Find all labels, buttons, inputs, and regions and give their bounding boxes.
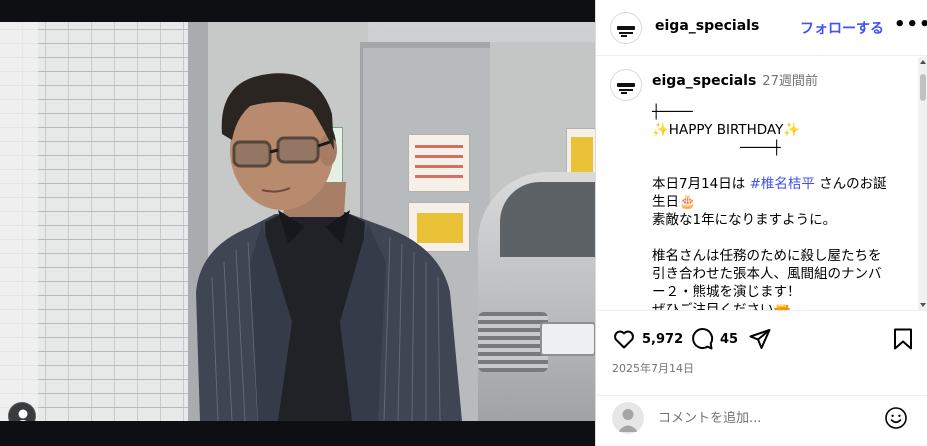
caption-rule-left: ┼──── — [652, 104, 693, 120]
comment-input[interactable] — [658, 408, 858, 428]
like-count[interactable]: 5,972 — [642, 332, 683, 347]
caption-rule-right: ────┼ — [740, 140, 781, 156]
caption-timestamp[interactable]: 27週間前 — [762, 74, 818, 89]
comment-icon[interactable] — [690, 327, 714, 351]
eiga-specials-logo-icon[interactable] — [610, 12, 642, 44]
smiley-icon[interactable] — [884, 406, 908, 430]
more-options-icon[interactable]: ••• — [894, 14, 927, 38]
caption-line: 椎名さんは任務のために殺し屋たちを — [652, 248, 882, 264]
actor-figure — [196, 73, 462, 421]
caption-line: 素敵な1年になりますように。 — [652, 212, 837, 228]
caption-line: 引き合わせた張本人、風間組のナンバ — [652, 266, 882, 282]
caption-username-link[interactable]: eiga_specials — [652, 73, 756, 89]
person-icon — [618, 409, 638, 432]
eiga-specials-logo-icon[interactable] — [610, 69, 642, 101]
post-photo — [0, 22, 595, 421]
post-header: eiga_specials フォローする ••• — [596, 0, 927, 56]
caption-line: ぜひご注目ください🔫 — [652, 302, 791, 310]
send-icon[interactable] — [748, 327, 772, 351]
post-sidebar: eiga_specials フォローする ••• eiga_specials 27… — [595, 0, 927, 446]
caption-scroll-area[interactable]: eiga_specials 27週間前 ┼──── ✨HAPPY BIRTHDAY… — [596, 57, 927, 310]
add-comment-bar — [596, 395, 927, 446]
save-control — [892, 327, 914, 351]
post-date[interactable]: 2025年7月14日 — [612, 360, 694, 376]
caption-scrollbar[interactable] — [918, 57, 927, 310]
post-media[interactable] — [0, 0, 595, 446]
hashtag-link[interactable]: #椎名桔平 — [750, 176, 815, 192]
avatar — [612, 402, 644, 434]
caption-line: 生日🎂 — [652, 194, 696, 210]
caption-birthday-line: ✨HAPPY BIRTHDAY✨ — [652, 122, 801, 138]
caption-line: 本日7月14日は #椎名桔平 さんのお誕 — [652, 176, 887, 192]
follow-button[interactable]: フォローする — [800, 18, 884, 38]
comment-control: 45 — [690, 327, 738, 351]
account-name-link[interactable]: eiga_specials — [655, 18, 759, 34]
scrollbar-thumb[interactable] — [920, 74, 926, 101]
share-control — [748, 327, 772, 351]
bookmark-icon[interactable] — [892, 327, 914, 351]
scroll-up-arrow-icon[interactable] — [920, 60, 926, 64]
scroll-down-arrow-icon[interactable] — [920, 303, 926, 307]
caption-header: eiga_specials 27週間前 — [652, 70, 818, 89]
tagged-user-person-icon[interactable] — [8, 402, 36, 421]
post-actions: 5,972 45 2025年7月14日 — [596, 310, 927, 395]
caption-line: ー２・熊城を演じます！ — [652, 284, 801, 300]
comment-count[interactable]: 45 — [720, 332, 738, 347]
heart-icon[interactable] — [612, 327, 636, 351]
caption-text: ┼──── ✨HAPPY BIRTHDAY✨ ────┼ 本日7月14日は #椎… — [652, 103, 902, 310]
like-control: 5,972 — [612, 327, 683, 351]
